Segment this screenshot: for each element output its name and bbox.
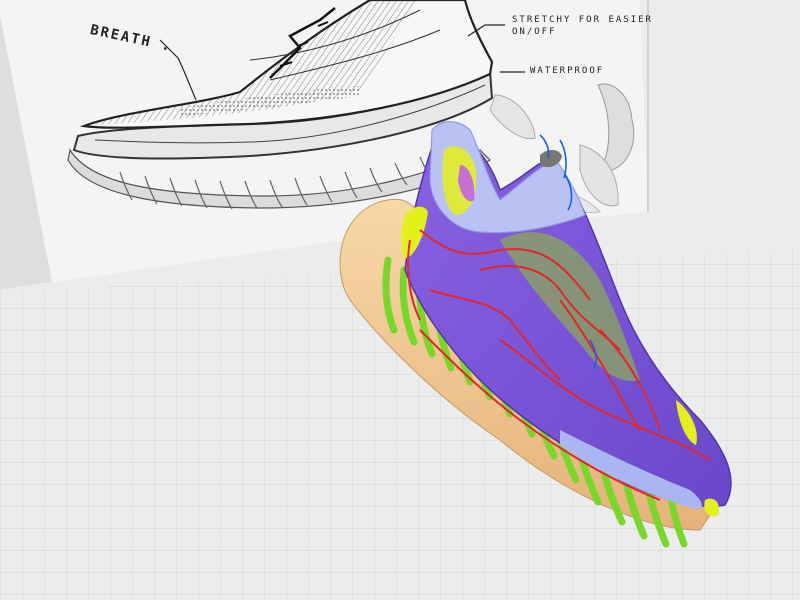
sketch-annotation-stretchy: STRETCHY FOR EASIER ON/OFF	[512, 14, 653, 38]
3d-viewport[interactable]	[0, 0, 800, 600]
annotation-line: ON/OFF	[512, 27, 557, 37]
sketch-annotation-waterproof: WATERPROOF	[530, 66, 605, 76]
annotation-line: STRETCHY FOR EASIER	[512, 15, 653, 25]
